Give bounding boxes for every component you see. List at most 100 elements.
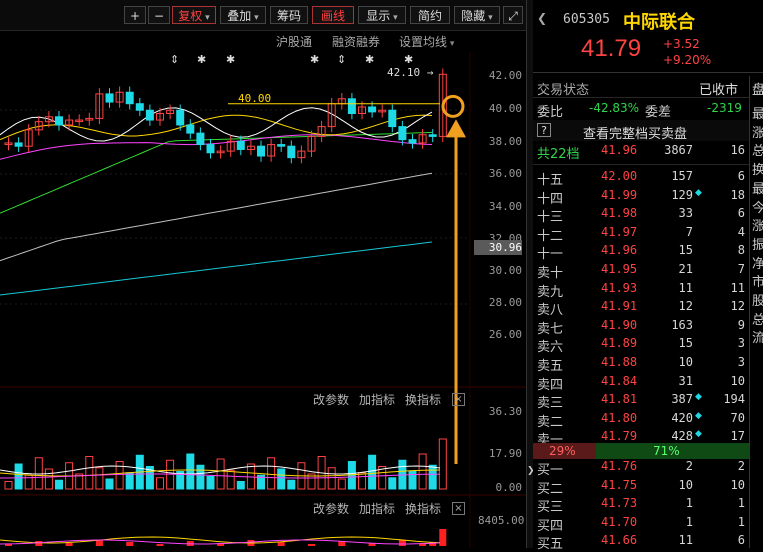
volume-bar <box>337 478 346 490</box>
side-label: 换 <box>752 163 763 179</box>
volume-close-icon[interactable]: × <box>452 393 465 406</box>
bid-level-row[interactable]: 买三 41.73 1 1 <box>533 496 763 516</box>
ask-level-price: 41.96 <box>601 243 638 258</box>
event-marker[interactable]: ⇕ <box>170 53 179 66</box>
bid-level-price: 41.75 <box>601 477 638 492</box>
event-marker[interactable]: ✱ <box>226 53 235 66</box>
volume-params-button[interactable]: 改参数 <box>313 391 349 408</box>
commit-diff-value: -2319 <box>707 101 742 115</box>
candle-body <box>236 140 245 150</box>
ask-level-row[interactable]: 卖八 41.91 12 12 <box>533 299 763 318</box>
sell-ratio-text: 29% <box>549 444 576 458</box>
zoom-out-button[interactable]: − <box>148 6 170 24</box>
fullscreen-icon[interactable]: ⤢ <box>503 6 523 24</box>
ask-level-label: 卖三 <box>537 396 564 412</box>
indicator-switch-button[interactable]: 换指标 <box>405 500 441 517</box>
margin-trading-link[interactable]: 融资融券 <box>332 33 380 50</box>
overlay-dropdown[interactable]: 叠加 <box>220 6 266 24</box>
bid-level-row[interactable]: 买一 41.76 2 2 <box>533 459 763 478</box>
ask-level-count: 4 <box>737 224 745 239</box>
ask-level-price: 42.00 <box>601 169 638 183</box>
ask-level-row[interactable]: 十五 42.00 157 6 <box>533 169 763 188</box>
candle-body <box>428 134 437 137</box>
indicator-bar <box>277 542 285 546</box>
candle-body <box>55 116 63 126</box>
chart-subbar: 沪股通 融资融券 设置均线 <box>0 31 526 51</box>
candle-body <box>125 91 134 105</box>
separator <box>533 97 749 98</box>
event-marker[interactable]: ✱ <box>404 53 413 66</box>
event-marker[interactable]: ⇕ <box>337 53 346 66</box>
volume-bar <box>388 477 397 490</box>
ask-level-price: 41.97 <box>601 224 638 239</box>
volume-add-indicator-button[interactable]: 加指标 <box>359 391 395 408</box>
back-chevron-icon[interactable]: ❮ <box>537 11 547 25</box>
bid-level-count: 1 <box>737 496 745 511</box>
bid-level-label: 买三 <box>537 500 564 516</box>
indicator-close-icon[interactable]: × <box>452 502 465 515</box>
hide-dropdown[interactable]: 隐藏 <box>454 6 500 24</box>
ask-level-count: 70 <box>730 410 745 425</box>
ask-level-row[interactable]: 卖五 41.88 10 3 <box>533 355 763 374</box>
draw-line-button[interactable]: 画线 <box>312 6 354 24</box>
ask-level-row[interactable]: 卖十 41.95 21 7 <box>533 262 763 281</box>
restore-rights-dropdown[interactable]: 复权 <box>172 6 216 24</box>
indicator-bar <box>95 540 103 546</box>
bid-level-label: 买四 <box>537 518 564 534</box>
restore-rights-label: 复权 <box>178 9 203 23</box>
volume-bar <box>226 469 235 490</box>
zoom-in-button[interactable]: + <box>124 6 146 24</box>
ask-level-row[interactable]: 十四 41.99 129 ◆ 18 <box>533 187 763 207</box>
ask-level-row[interactable]: 十一 41.96 15 8 <box>533 243 763 262</box>
event-marker[interactable]: ✱ <box>197 53 206 66</box>
ask-level-row[interactable]: 卖四 41.84 31 10 <box>533 374 763 393</box>
volume-bar <box>358 472 366 490</box>
ask-level-label: 卖四 <box>537 377 564 393</box>
ask-level-price: 41.90 <box>601 317 638 332</box>
indicator-params-button[interactable]: 改参数 <box>313 500 349 517</box>
bid-level-row[interactable]: 买二 41.75 10 10 <box>533 477 763 497</box>
simple-mode-button[interactable]: 简约 <box>410 6 450 24</box>
bid-level-row[interactable]: 买四 41.70 1 1 <box>533 515 763 534</box>
indicator-line <box>0 536 441 544</box>
side-tab[interactable]: 盘 <box>752 79 763 98</box>
indicator-bar <box>35 541 43 546</box>
chips-button[interactable]: 筹码 <box>270 6 308 24</box>
ref-line-label: 40.00 <box>238 92 272 105</box>
buy-ratio-text: 71% <box>653 444 680 458</box>
indicator-bar <box>126 542 134 546</box>
ask-level-row[interactable]: 十三 41.98 33 6 <box>533 206 763 225</box>
volume-axis-label: 0.00 <box>495 481 523 494</box>
price-axis-label: 42.00 <box>488 69 522 82</box>
indicator-add-button[interactable]: 加指标 <box>359 500 395 517</box>
trade-status-value: 已收市 <box>699 83 739 98</box>
volume-bar <box>236 481 245 490</box>
volume-switch-indicator-button[interactable]: 换指标 <box>405 391 441 408</box>
ask-level-row[interactable]: 卖六 41.89 15 3 <box>533 336 763 355</box>
full-book-bar[interactable]: ? 查看完整档买卖盘 <box>533 120 749 142</box>
candle-body <box>287 145 296 159</box>
ask-level-row[interactable]: 卖二 41.80 420 ◆ 70 <box>533 410 763 430</box>
ma-settings-dropdown[interactable]: 设置均线 <box>399 33 454 50</box>
ask-level-row[interactable]: 卖七 41.90 163 9 <box>533 317 763 337</box>
volume-bar <box>186 453 195 490</box>
volume-bar <box>156 477 164 490</box>
full-book-link[interactable]: 查看完整档买卖盘 <box>583 123 687 142</box>
ask-level-volume: 10 <box>678 355 693 369</box>
event-marker[interactable]: ✱ <box>365 53 374 66</box>
side-label: 总 <box>752 312 763 328</box>
display-dropdown[interactable]: 显示 <box>358 6 406 24</box>
volume-bar <box>428 464 437 490</box>
separator <box>533 72 763 73</box>
ask-level-count: 18 <box>730 187 745 202</box>
ask-level-row[interactable]: 卖三 41.81 387 ◆ 194 <box>533 392 763 412</box>
ma60-line <box>0 172 433 262</box>
help-icon[interactable]: ? <box>537 123 551 137</box>
bid-level-row[interactable]: 买五 41.66 11 6 <box>533 533 763 552</box>
hk-connect-link[interactable]: 沪股通 <box>276 33 312 50</box>
kline-chart[interactable] <box>0 52 526 548</box>
ask-level-row[interactable]: 十二 41.97 7 4 <box>533 224 763 244</box>
ask-level-row[interactable]: 卖九 41.93 11 11 <box>533 281 763 300</box>
event-marker[interactable]: ✱ <box>310 53 319 66</box>
side-info-column: 盘 最涨总换最今涨振净市股总流 <box>749 76 763 548</box>
